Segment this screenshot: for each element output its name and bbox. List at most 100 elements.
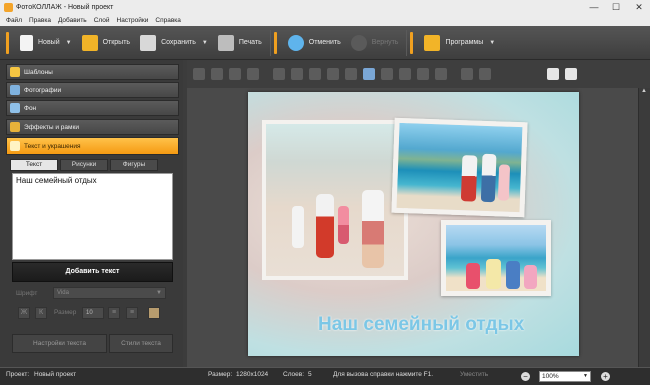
sidebar-item-label: Шаблоны [24,68,53,76]
menu-help[interactable]: Справка [155,17,181,24]
chevron-down-icon[interactable]: ▼ [66,40,72,46]
grid-icon[interactable] [363,68,375,80]
programs-label: Программы [445,39,484,46]
print-button[interactable]: Печать [213,28,267,58]
sidebar-item-effects[interactable]: Эффекты и рамки [6,119,179,135]
font-value: Vida [57,290,69,296]
collage-caption[interactable]: Наш семейный отдых [318,314,524,336]
menu-settings[interactable]: Настройки [117,17,149,24]
menu-edit[interactable]: Правка [29,17,51,24]
align-center-icon[interactable]: ≡ [126,307,138,319]
text-styles-button[interactable]: Стили текста [109,334,173,353]
sidebar-item-label: Текст и украшения [24,142,81,150]
folder-icon [81,34,98,51]
size-stepper[interactable]: 10 [82,307,104,319]
family-member-figure [466,263,480,289]
chevron-down-icon[interactable]: ▼ [489,40,495,46]
family-member-figure [524,265,537,289]
sidebar-item-background[interactable]: Фон [6,100,179,116]
girl-figure [338,206,349,244]
effects-icon [10,122,20,132]
gear-icon[interactable] [461,68,473,80]
layers-label: Слоев: [283,371,305,378]
layers-value: 5 [308,371,312,378]
gift-icon [424,34,441,51]
crop-icon[interactable] [381,68,393,80]
caption-text-input[interactable]: Наш семейный отдых [12,173,173,260]
zoom-select[interactable]: 100% ▼ [539,371,591,382]
tab-drawings[interactable]: Рисунки [60,159,108,171]
menu-add[interactable]: Добавить [58,17,87,24]
undo-button[interactable]: Отменить [283,28,346,58]
save-button[interactable]: Сохранить ▼ [135,28,213,58]
family-photo-main[interactable] [262,120,408,280]
project-label: Проект: [6,371,30,378]
tab-text[interactable]: Текст [10,159,58,171]
vertical-scrollbar[interactable]: ▲ [638,88,650,367]
add-page-icon[interactable] [547,68,559,80]
toolbar-divider [406,29,408,56]
delete-icon[interactable] [399,68,411,80]
text-color-swatch[interactable] [148,307,160,319]
fill-icon[interactable] [417,68,429,80]
maximize-button[interactable]: ☐ [605,0,627,14]
zoom-out-icon[interactable]: − [521,372,530,381]
flip-vertical-icon[interactable] [345,68,357,80]
canvas-size-value: 1280x1024 [236,371,269,378]
new-button[interactable]: Новый ▼ [15,28,77,58]
chevron-down-icon: ▼ [583,373,588,379]
main-toolbar: Новый ▼ Открыть Сохранить ▼ Печать Отмен… [0,26,650,60]
family-member-figure [460,155,478,202]
rotate-right-icon[interactable] [309,68,321,80]
add-text-button[interactable]: Добавить текст [12,262,173,282]
beach-photo-bottom[interactable] [441,220,551,296]
bold-icon[interactable]: Ж [18,307,30,319]
redo-icon [350,34,367,51]
align-left-icon[interactable]: ≡ [108,307,120,319]
status-bar: Проект: Новый проект Размер: 1280x1024 С… [0,367,650,385]
father-figure [362,190,384,268]
chevron-down-icon: ▼ [156,290,162,296]
menu-layer[interactable]: Слой [94,17,110,24]
sidebar-item-templates[interactable]: Шаблоны [6,64,179,80]
family-member-figure [480,153,497,203]
chevron-down-icon[interactable]: ▼ [202,40,208,46]
programs-button[interactable]: Программы ▼ [419,28,500,58]
scroll-up-icon[interactable]: ▲ [641,88,647,94]
flip-horizontal-icon[interactable] [327,68,339,80]
layer-back-icon[interactable] [193,68,205,80]
rotate-left-icon[interactable] [291,68,303,80]
app-logo-icon [4,2,13,12]
sidebar-item-label: Фон [24,104,37,112]
beach-photo-top[interactable] [391,117,528,218]
fit-button[interactable]: Уместить [460,371,488,378]
tab-shapes[interactable]: Фигуры [110,159,158,171]
child-figure [292,206,304,248]
font-select[interactable]: Vida ▼ [53,287,166,299]
photo-icon [10,85,20,95]
layer-front-icon[interactable] [247,68,259,80]
layer-backward-icon[interactable] [211,68,223,80]
minimize-button[interactable]: — [583,0,605,14]
text-icon [10,141,20,151]
toolbar-accent-bar [6,31,9,54]
open-button[interactable]: Открыть [77,28,136,58]
sidebar-item-text[interactable]: Текст и украшения [6,137,179,155]
collage-canvas[interactable]: Наш семейный отдых [248,92,579,356]
sidebar-item-photos[interactable]: Фотографии [6,82,179,98]
menu-file[interactable]: Файл [6,17,22,24]
brush-icon[interactable] [435,68,447,80]
text-settings-button[interactable]: Настройки текста [12,334,107,353]
italic-icon[interactable]: К [35,307,47,319]
close-button[interactable]: ✕ [628,0,650,14]
size-value: 10 [86,310,93,316]
open-label: Открыть [102,39,131,46]
redo-button[interactable]: Вернуть [346,28,404,58]
sidebar-item-label: Эффекты и рамки [24,123,79,131]
align-icon[interactable] [273,68,285,80]
zoom-in-icon[interactable]: + [601,372,610,381]
font-label: Шрифт [16,290,38,297]
page-settings-icon[interactable] [565,68,577,80]
layer-forward-icon[interactable] [229,68,241,80]
brush-settings-icon[interactable] [479,68,491,80]
